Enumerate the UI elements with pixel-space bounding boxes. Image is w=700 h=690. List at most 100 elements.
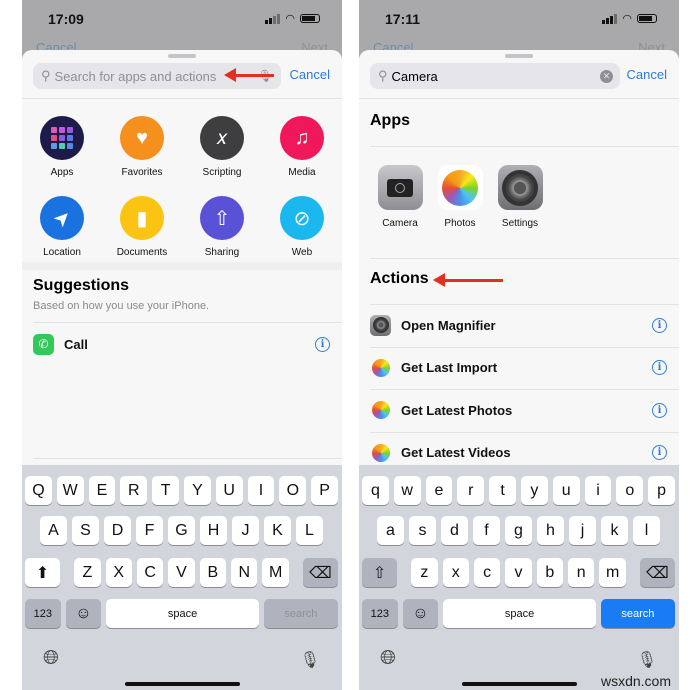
key-j[interactable]: j (569, 516, 596, 545)
space-key[interactable]: space (106, 599, 259, 628)
key-v[interactable]: V (168, 558, 195, 587)
dictation-microphone-icon[interactable]: 🎙︎ (300, 650, 320, 670)
key-x[interactable]: X (105, 558, 132, 587)
key-y[interactable]: y (521, 476, 548, 505)
category-label: Favorites (121, 167, 163, 178)
search-input[interactable] (391, 68, 582, 84)
key-p[interactable]: p (648, 476, 675, 505)
info-icon[interactable]: i (652, 445, 667, 460)
key-g[interactable]: G (168, 516, 195, 545)
emoji-key[interactable]: ☺ (402, 599, 439, 628)
key-z[interactable]: Z (74, 558, 101, 587)
key-h[interactable]: h (537, 516, 564, 545)
key-b[interactable]: b (536, 558, 564, 587)
info-icon[interactable]: i (652, 402, 667, 418)
key-d[interactable]: d (441, 516, 468, 545)
key-e[interactable]: E (88, 476, 116, 505)
action-row[interactable]: Open Magnifier i (359, 304, 679, 346)
category-sharing[interactable]: ⇧ Sharing (182, 196, 262, 258)
key-u[interactable]: U (215, 476, 243, 505)
key-r[interactable]: R (120, 476, 148, 505)
home-indicator[interactable] (462, 682, 577, 686)
dictation-microphone-icon[interactable]: 🎙︎ (637, 650, 657, 670)
category-label: Sharing (204, 247, 240, 258)
key-a[interactable]: a (377, 516, 404, 545)
key-r[interactable]: r (457, 476, 485, 505)
category-documents[interactable]: ▮ Documents (102, 196, 182, 258)
cancel-button[interactable]: Cancel (290, 67, 330, 82)
key-o[interactable]: o (616, 476, 644, 505)
key-n[interactable]: n (568, 558, 595, 587)
key-n[interactable]: N (231, 558, 258, 587)
key-d[interactable]: D (104, 516, 131, 545)
key-i[interactable]: i (584, 476, 612, 505)
key-t[interactable]: t (489, 476, 516, 505)
search-key[interactable]: search (600, 599, 675, 628)
key-p[interactable]: P (311, 476, 338, 505)
shift-key[interactable]: ⬆ (25, 558, 61, 587)
key-a[interactable]: A (40, 516, 67, 545)
key-e[interactable]: e (425, 476, 453, 505)
key-y[interactable]: Y (184, 476, 211, 505)
key-w[interactable]: w (393, 476, 421, 505)
key-b[interactable]: B (199, 558, 227, 587)
key-u[interactable]: u (552, 476, 580, 505)
category-media[interactable]: ♫ Media (262, 116, 342, 178)
search-key[interactable]: search (263, 599, 338, 628)
key-h[interactable]: H (200, 516, 227, 545)
key-m[interactable]: m (599, 558, 626, 587)
sheet-grabber[interactable] (505, 54, 533, 58)
info-icon[interactable]: i (315, 336, 330, 352)
key-f[interactable]: F (136, 516, 163, 545)
key-i[interactable]: I (247, 476, 275, 505)
category-favorites[interactable]: ♥ Favorites (102, 116, 182, 178)
key-c[interactable]: C (136, 558, 164, 587)
globe-icon[interactable]: 🌐︎ (380, 647, 396, 670)
key-w[interactable]: W (56, 476, 84, 505)
key-v[interactable]: v (505, 558, 532, 587)
key-g[interactable]: g (505, 516, 532, 545)
app-photos[interactable]: Photos (430, 165, 490, 229)
key-k[interactable]: K (264, 516, 291, 545)
action-row[interactable]: Get Last Import i (359, 347, 679, 389)
shift-key[interactable]: ⇧ (362, 558, 398, 587)
key-l[interactable]: L (296, 516, 323, 545)
backspace-key[interactable]: ⌫ (302, 558, 338, 587)
key-s[interactable]: s (409, 516, 436, 545)
suggestion-call[interactable]: ✆ Call i (22, 323, 342, 365)
key-q[interactable]: q (362, 476, 389, 505)
info-icon[interactable]: i (652, 317, 667, 333)
search-input[interactable] (54, 68, 245, 84)
key-x[interactable]: x (442, 558, 469, 587)
category-scripting[interactable]: 𝑥 Scripting (182, 116, 262, 178)
emoji-key[interactable]: ☺ (65, 599, 102, 628)
key-s[interactable]: S (72, 516, 99, 545)
numbers-key[interactable]: 123 (25, 599, 61, 628)
search-field[interactable]: ⚲ ✕ (370, 63, 620, 89)
key-q[interactable]: Q (25, 476, 52, 505)
category-web[interactable]: ⊘ Web (262, 196, 342, 258)
clear-icon[interactable]: ✕ (600, 69, 613, 83)
key-m[interactable]: M (262, 558, 289, 587)
key-t[interactable]: T (152, 476, 179, 505)
app-settings[interactable]: Settings (490, 165, 550, 229)
cancel-button[interactable]: Cancel (627, 67, 667, 82)
sheet-grabber[interactable] (168, 54, 196, 58)
key-l[interactable]: l (633, 516, 660, 545)
globe-icon[interactable]: 🌐︎ (43, 647, 59, 670)
info-icon[interactable]: i (652, 360, 667, 375)
key-c[interactable]: c (473, 558, 501, 587)
category-apps[interactable]: Apps (22, 116, 102, 178)
home-indicator[interactable] (125, 682, 240, 686)
key-z[interactable]: z (411, 558, 438, 587)
key-k[interactable]: k (601, 516, 628, 545)
key-o[interactable]: O (279, 476, 307, 505)
key-j[interactable]: J (232, 516, 259, 545)
category-location[interactable]: ➤ Location (22, 186, 102, 258)
backspace-key[interactable]: ⌫ (639, 558, 675, 587)
key-f[interactable]: f (473, 516, 500, 545)
space-key[interactable]: space (443, 599, 596, 628)
numbers-key[interactable]: 123 (362, 599, 398, 628)
action-row[interactable]: Get Latest Photos i (359, 389, 679, 431)
app-camera[interactable]: Camera (370, 165, 430, 229)
